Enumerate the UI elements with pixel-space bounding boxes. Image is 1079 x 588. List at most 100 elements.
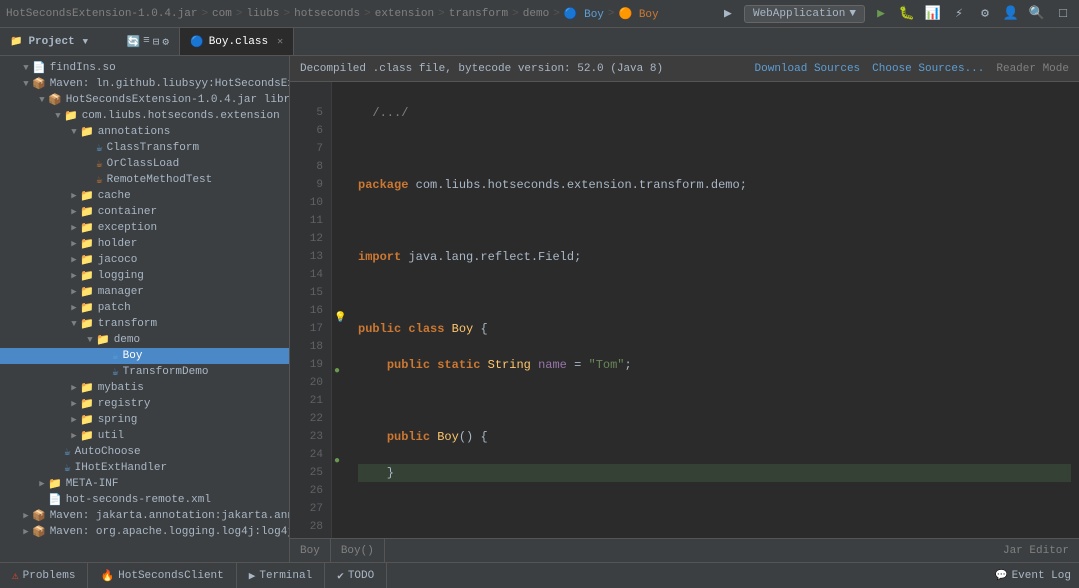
tab-boy-class[interactable]: 🔵 Boy.class ✕ <box>180 28 294 55</box>
event-log-icon: 💬 <box>995 570 1007 582</box>
sidebar-item-jacoco[interactable]: ▶ 📁 jacoco <box>0 252 289 268</box>
sidebar-tree: ▼ 📄 findIns.so ▼ 📦 Maven: ln.github.liub… <box>0 56 289 562</box>
editor-tab-boy[interactable]: Boy <box>290 539 331 562</box>
bottom-tab-problems[interactable]: ⚠ Problems <box>0 563 88 588</box>
sidebar-item-classtransform[interactable]: ☕ ClassTransform <box>0 140 289 156</box>
breadcrumb-item: extension <box>375 8 434 20</box>
project-icon: 📁 <box>10 36 22 48</box>
sidebar-item-manager[interactable]: ▶ 📁 manager <box>0 284 289 300</box>
sidebar-item-cache[interactable]: ▶ 📁 cache <box>0 188 289 204</box>
sidebar-item-remotemethodtest[interactable]: ☕ RemoteMethodTest <box>0 172 289 188</box>
settings-icon[interactable]: ⚙ <box>975 4 995 24</box>
tab-close-icon[interactable]: ✕ <box>277 36 283 48</box>
profile-icon[interactable]: ⚡ <box>949 4 969 24</box>
editor-tabs-spacer <box>385 539 993 562</box>
project-dropdown-icon: ▼ <box>83 37 88 47</box>
webapp-label: WebApplication <box>753 8 845 20</box>
bottom-tab-todo[interactable]: ✔ TODO <box>325 563 387 588</box>
main-area: ▼ 📄 findIns.so ▼ 📦 Maven: ln.github.liub… <box>0 56 1079 562</box>
run-icon[interactable]: ▶ <box>718 4 738 24</box>
event-log-label: Event Log <box>1012 570 1071 582</box>
code-line-11: public static String name = "Tom"; <box>358 356 1071 374</box>
sidebar: ▼ 📄 findIns.so ▼ 📦 Maven: ln.github.liub… <box>0 56 290 562</box>
code-editor[interactable]: 5 6 7 8 9 10 11 12 13 14 15 16 17 18 19 … <box>290 82 1079 538</box>
sidebar-item-maven-hotseconds[interactable]: ▼ 📦 Maven: ln.github.liubsyy:HotSecondsE… <box>0 76 289 92</box>
code-line-9 <box>358 284 1071 302</box>
line-numbers: 5 6 7 8 9 10 11 12 13 14 15 16 17 18 19 … <box>290 82 332 538</box>
layout-icon[interactable]: □ <box>1053 4 1073 24</box>
sidebar-item-container[interactable]: ▶ 📁 container <box>0 204 289 220</box>
bottom-tabs-spacer <box>387 563 995 588</box>
search-everywhere-icon[interactable]: 🔍 <box>1027 4 1047 24</box>
sidebar-item-patch[interactable]: ▶ 📁 patch <box>0 300 289 316</box>
sidebar-item-jar[interactable]: ▼ 📦 HotSecondsExtension-1.0.4.jar librar… <box>0 92 289 108</box>
sidebar-item-hot-seconds-xml[interactable]: 📄 hot-seconds-remote.xml <box>0 492 289 508</box>
run-green-icon[interactable]: ▶ <box>871 4 891 24</box>
code-line-6: package com.liubs.hotseconds.extension.t… <box>358 176 1071 194</box>
filter-icon[interactable]: ⊟ <box>153 35 160 49</box>
webapp-button[interactable]: WebApplication ▼ <box>744 5 865 23</box>
code-line-15 <box>358 500 1071 518</box>
terminal-label: Terminal <box>259 570 312 582</box>
breadcrumb-item-boy1: 🔵 Boy <box>564 7 604 21</box>
top-icons: ▶ WebApplication ▼ ▶ 🐛 📊 ⚡ ⚙ 👤 🔍 □ <box>718 4 1073 24</box>
code-line-8: import java.lang.reflect.Field; <box>358 248 1071 266</box>
sidebar-item-transform[interactable]: ▼ 📁 transform <box>0 316 289 332</box>
breadcrumb-item-boy2: 🟠 Boy <box>619 7 659 21</box>
sidebar-item-spring[interactable]: ▶ 📁 spring <box>0 412 289 428</box>
bottom-tab-terminal[interactable]: ▶ Terminal <box>237 563 325 588</box>
top-bar: HotSecondsExtension-1.0.4.jar > com > li… <box>0 0 1079 28</box>
coverage-icon[interactable]: 📊 <box>923 4 943 24</box>
breadcrumb-item: HotSecondsExtension-1.0.4.jar <box>6 8 197 20</box>
sidebar-item-logging[interactable]: ▶ 📁 logging <box>0 268 289 284</box>
collapse-icon[interactable]: ≡ <box>143 35 150 49</box>
status-event-log[interactable]: 💬 Event Log <box>995 563 1071 588</box>
sidebar-item-findins[interactable]: ▼ 📄 findIns.so <box>0 60 289 76</box>
bottom-tabs: ⚠ Problems 🔥 HotSecondsClient ▶ Terminal… <box>0 562 1079 588</box>
todo-label: TODO <box>348 570 374 582</box>
code-line-5 <box>358 140 1071 158</box>
info-bar-actions: Download Sources Choose Sources... Reade… <box>755 63 1069 75</box>
sidebar-item-autochoose[interactable]: ☕ AutoChoose <box>0 444 289 460</box>
avatar-icon[interactable]: 👤 <box>1001 4 1021 24</box>
gutter: 💡 ● ● <box>332 82 350 538</box>
sidebar-item-maven-log4j[interactable]: ▶ 📦 Maven: org.apache.logging.log4j:log4… <box>0 524 289 540</box>
tab-label: Boy.class <box>209 36 268 48</box>
debug-icon[interactable]: 🐛 <box>897 4 917 24</box>
editor-area: Decompiled .class file, bytecode version… <box>290 56 1079 562</box>
gear-icon[interactable]: ⚙ <box>162 35 169 49</box>
bottom-tab-hotsecondsClient[interactable]: 🔥 HotSecondsClient <box>88 563 236 588</box>
breadcrumb-item: hotseconds <box>294 8 360 20</box>
sidebar-item-util[interactable]: ▶ 📁 util <box>0 428 289 444</box>
sidebar-item-registry[interactable]: ▶ 📁 registry <box>0 396 289 412</box>
sidebar-item-mybatis[interactable]: ▶ 📁 mybatis <box>0 380 289 396</box>
sidebar-item-onclassload[interactable]: ☕ OrClassLoad <box>0 156 289 172</box>
sidebar-item-meta-inf[interactable]: ▶ 📁 META-INF <box>0 476 289 492</box>
project-dropdown[interactable]: 📁 Project ▼ 🔄 ≡ ⊟ ⚙ <box>0 28 180 55</box>
sidebar-item-maven-jakarta[interactable]: ▶ 📦 Maven: jakarta.annotation:jakarta.an… <box>0 508 289 524</box>
breadcrumb-item: liubs <box>246 8 279 20</box>
sync-icon[interactable]: 🔄 <box>126 35 140 49</box>
sidebar-item-annotations[interactable]: ▼ 📁 annotations <box>0 124 289 140</box>
choose-sources-link[interactable]: Choose Sources... <box>872 63 984 75</box>
sidebar-item-exception[interactable]: ▶ 📁 exception <box>0 220 289 236</box>
problems-icon: ⚠ <box>12 569 19 583</box>
download-sources-link[interactable]: Download Sources <box>755 63 861 75</box>
todo-icon: ✔ <box>337 569 344 583</box>
hotseconds-label: HotSecondsClient <box>118 570 224 582</box>
gutter-icon-21: ● <box>334 456 340 467</box>
sidebar-item-com-liubs[interactable]: ▼ 📁 com.liubs.hotseconds.extension <box>0 108 289 124</box>
editor-bottom-tabs: Boy Boy() Jar Editor <box>290 538 1079 562</box>
code-line-14: } <box>358 464 1071 482</box>
sidebar-item-transformdemo[interactable]: ☕ TransformDemo <box>0 364 289 380</box>
sidebar-item-holder[interactable]: ▶ 📁 holder <box>0 236 289 252</box>
editor-tab-boy-constructor[interactable]: Boy() <box>331 539 385 562</box>
tab-icon: 🔵 <box>190 35 204 49</box>
code-line-12 <box>358 392 1071 410</box>
jar-editor-text: Jar Editor <box>1003 545 1069 557</box>
sidebar-item-demo[interactable]: ▼ 📁 demo <box>0 332 289 348</box>
sidebar-item-ihotexthandler[interactable]: ☕ IHotExtHandler <box>0 460 289 476</box>
sidebar-item-boy[interactable]: ☕ Boy <box>0 348 289 364</box>
breadcrumb-item: demo <box>523 8 549 20</box>
code-content[interactable]: /.../ package com.liubs.hotseconds.exten… <box>350 82 1079 538</box>
